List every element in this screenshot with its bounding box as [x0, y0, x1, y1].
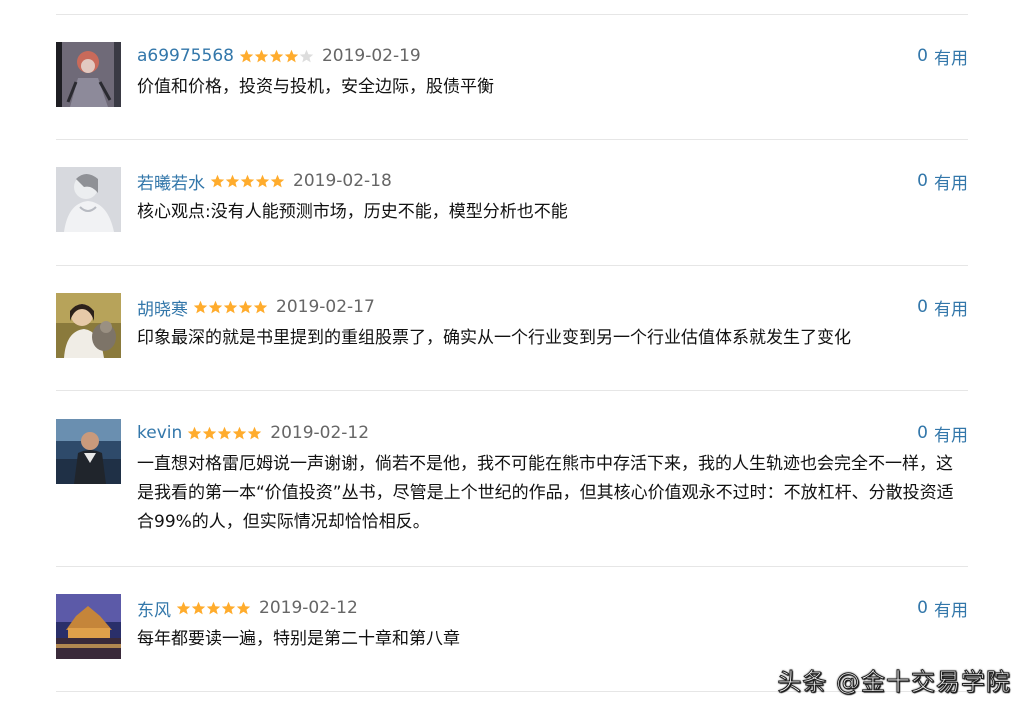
- star-icon: [269, 49, 284, 62]
- avatar[interactable]: [56, 419, 121, 484]
- comment-text: 价值和价格，投资与投机，安全边际，股债平衡: [137, 77, 494, 97]
- star-icon: [236, 601, 251, 614]
- star-icon: [238, 300, 253, 313]
- star-icon: [188, 426, 202, 439]
- avatar[interactable]: [56, 293, 121, 358]
- star-icon: [218, 426, 232, 439]
- star-icon: [253, 300, 268, 313]
- star-icon: [240, 174, 255, 187]
- vote-count: 0: [917, 297, 928, 317]
- comment-item: kevin 2019-02-12 0 有用 一直想对格雷厄姆说一声谢谢，倘若不是…: [56, 419, 968, 567]
- avatar[interactable]: [56, 42, 121, 107]
- useful-button[interactable]: 有用: [934, 44, 968, 69]
- comment-date: 2019-02-17: [276, 297, 375, 317]
- star-icon: [284, 49, 299, 62]
- useful-button[interactable]: 有用: [934, 596, 968, 621]
- username-link[interactable]: 胡晓寒: [137, 295, 188, 320]
- star-icon: [206, 601, 221, 614]
- comment-header: 若曦若水 2019-02-18: [137, 169, 392, 194]
- star-icon: [208, 300, 223, 313]
- comment-date: 2019-02-12: [259, 598, 358, 618]
- star-icon: [225, 174, 240, 187]
- vote-area: 0 有用: [917, 169, 968, 194]
- comment-date: 2019-02-18: [293, 171, 392, 191]
- star-icon: [191, 601, 206, 614]
- rating-stars: [176, 601, 251, 616]
- comment-text: 每年都要读一遍，特别是第二十章和第八章: [137, 629, 460, 649]
- comment-text: 印象最深的就是书里提到的重组股票了，确实从一个行业变到另一个行业估值体系就发生了…: [137, 328, 851, 348]
- star-icon: [239, 49, 254, 62]
- useful-button[interactable]: 有用: [934, 169, 968, 194]
- star-icon: [221, 601, 236, 614]
- rating-stars: [210, 174, 285, 189]
- comment-text: 核心观点:没有人能预测市场，历史不能，模型分析也不能: [137, 202, 568, 222]
- comment-header: 东风 2019-02-12: [137, 596, 358, 621]
- avatar[interactable]: [56, 167, 121, 232]
- vote-area: 0 有用: [917, 295, 968, 320]
- username-link[interactable]: 东风: [137, 596, 171, 621]
- vote-count: 0: [917, 46, 928, 66]
- comments-page: a69975568 2019-02-19 0 有用 价值和价格，投资与投机，安全…: [0, 0, 1031, 715]
- comment-item: 胡晓寒 2019-02-17 0 有用 印象最深的就是书里提到的重组股票了，确实…: [56, 293, 968, 391]
- vote-area: 0 有用: [917, 596, 968, 621]
- star-icon: [248, 426, 262, 439]
- star-icon: [254, 49, 269, 62]
- vote-count: 0: [917, 171, 928, 191]
- watermark: 头条 @金十交易学院: [777, 668, 1011, 697]
- star-icon: [223, 300, 238, 313]
- comment-date: 2019-02-12: [270, 423, 370, 443]
- star-icon: [270, 174, 285, 187]
- useful-button[interactable]: 有用: [934, 295, 968, 320]
- comment-text: 一直想对格雷厄姆说一声谢谢，倘若不是他，我不可能在熊市中存活下来，我的人生轨迹也…: [137, 454, 954, 532]
- star-icon: [176, 601, 191, 614]
- star-icon: [210, 174, 225, 187]
- star-icon: [233, 426, 247, 439]
- star-icon: [255, 174, 270, 187]
- star-icon: [203, 426, 217, 439]
- comment-date: 2019-02-19: [321, 46, 421, 66]
- comment-header: 胡晓寒 2019-02-17: [137, 295, 375, 320]
- comment-item: a69975568 2019-02-19 0 有用 价值和价格，投资与投机，安全…: [56, 42, 968, 140]
- rating-stars: [239, 49, 314, 64]
- useful-button[interactable]: 有用: [934, 421, 968, 446]
- vote-area: 0 有用: [917, 44, 968, 69]
- top-divider: [56, 14, 968, 15]
- avatar[interactable]: [56, 594, 121, 659]
- star-icon: [299, 49, 314, 62]
- vote-count: 0: [917, 423, 928, 443]
- vote-area: 0 有用: [917, 421, 968, 446]
- rating-stars: [187, 426, 262, 441]
- username-link[interactable]: a69975568: [137, 46, 234, 66]
- username-link[interactable]: 若曦若水: [137, 169, 205, 194]
- username-link[interactable]: kevin: [137, 423, 182, 443]
- vote-count: 0: [917, 598, 928, 618]
- rating-stars: [193, 300, 268, 315]
- comment-item: 若曦若水 2019-02-18 0 有用 核心观点:没有人能预测市场，历史不能，…: [56, 167, 968, 266]
- star-icon: [193, 300, 208, 313]
- comment-header: a69975568 2019-02-19: [137, 44, 421, 68]
- comment-header: kevin 2019-02-12: [137, 421, 369, 445]
